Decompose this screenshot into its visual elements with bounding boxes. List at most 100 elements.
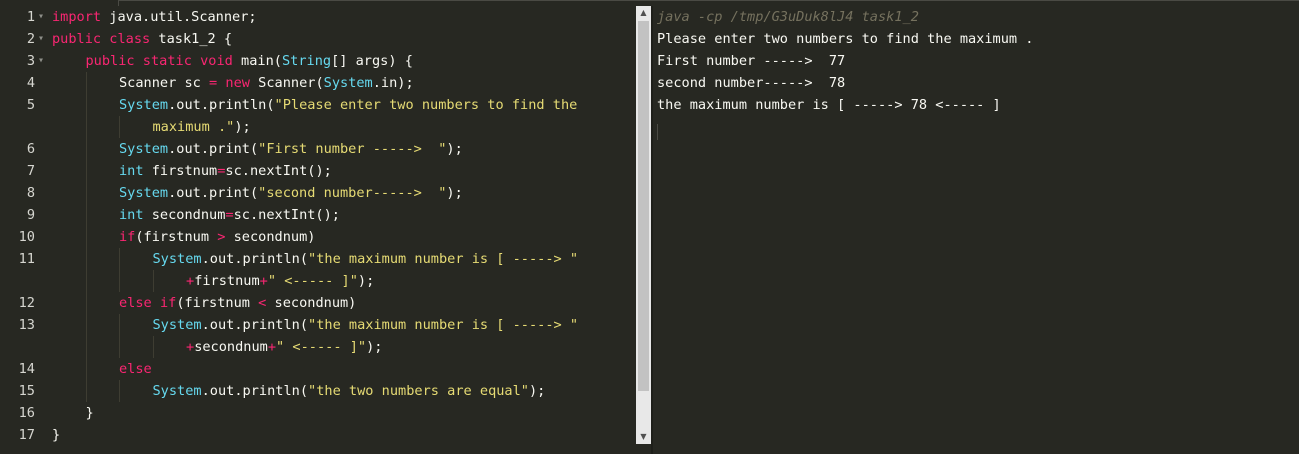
code-line[interactable]: 12 else if(firstnum < secondnum) [0,292,636,314]
code-line[interactable]: 4 Scanner sc = new Scanner(System.in); [0,72,636,94]
code-token: int [119,163,144,179]
line-number: 10 [18,229,35,245]
code-token: int [119,207,144,223]
line-number: 13 [18,317,35,333]
code-token: "the maximum number is [ -----> " [308,317,579,333]
line-number: 11 [18,251,35,267]
code-token: "the two numbers are equal" [308,383,529,399]
code-token: secondnum) [266,295,357,311]
code-token: "Please enter two numbers to find the [274,97,578,113]
line-number: 4 [26,75,35,91]
code-text: int secondnum=sc.nextInt(); [119,204,340,226]
code-token: else [119,295,152,311]
indent-guide [85,314,87,336]
fold-arrow-icon[interactable]: ▾ [38,6,48,28]
code-line[interactable]: 6 System.out.print("First number -----> "… [0,138,636,160]
code-line[interactable]: +secondnum+" <----- ]"); [0,336,636,358]
code-line[interactable]: maximum ."); [0,116,636,138]
line-number: 16 [18,405,35,421]
code-line[interactable]: 14 else [0,358,636,380]
code-token: ); [366,339,383,355]
line-number: 17 [18,427,35,443]
code-text: System.out.println("the maximum number i… [153,314,579,336]
code-text: System.out.print("second number-----> ")… [119,182,463,204]
line-number: 5 [26,97,35,113]
code-token: sc.nextInt(); [233,207,340,223]
code-line[interactable]: 17} [0,424,636,446]
line-number: 14 [18,361,35,377]
code-token: ); [446,141,463,157]
scrollbar-thumb[interactable] [638,21,649,391]
code-line[interactable]: 16} [0,402,636,424]
code-line[interactable]: 1 ▾ import java.util.Scanner; [0,6,636,28]
code-token: ); [529,383,546,399]
line-number: 9 [26,207,35,223]
indent-guide [85,182,87,204]
indent-guide [85,292,87,314]
code-line[interactable]: +firstnum+" <----- ]"); [0,270,636,292]
code-text: else if(firstnum < secondnum) [119,292,356,314]
scroll-up-arrow-icon[interactable]: ▲ [636,6,651,20]
scroll-down-arrow-icon[interactable]: ▼ [636,430,651,444]
code-token: "First number -----> " [258,141,447,157]
code-token: [] args) { [331,53,413,69]
fold-arrow-icon[interactable]: ▾ [38,28,48,50]
code-line[interactable]: 13 System.out.println("the maximum number… [0,314,636,336]
code-text: +secondnum+" <----- ]"); [186,336,382,358]
code-line[interactable]: 7 int firstnum=sc.nextInt(); [0,160,636,182]
code-token: .in); [372,75,414,91]
code-token: sc.nextInt(); [225,163,332,179]
code-token: main( [232,53,282,69]
code-token: secondnum [143,207,226,223]
code-token: .out.println( [201,251,309,267]
code-token: " <----- ]" [276,339,367,355]
code-token: .out.println( [201,383,309,399]
code-text: System.out.println("the maximum number i… [153,248,579,270]
code-token: java.util.Scanner; [101,9,257,25]
indent-guide [85,226,87,248]
output-line-result: the maximum number is [ -----> 78 <-----… [657,97,1001,113]
output-console[interactable]: java -cp /tmp/G3uDuk8lJ4 task1_2 Please … [653,6,1299,454]
code-editor[interactable]: 1 ▾ import java.util.Scanner; 2 ▾ public clas… [0,6,636,454]
code-line[interactable]: 10 if(firstnum > secondnum) [0,226,636,248]
code-text: } [86,402,94,424]
code-token: secondnum) [225,229,316,245]
code-text: System.out.print("First number -----> ")… [119,138,463,160]
code-lines[interactable]: 1 ▾ import java.util.Scanner; 2 ▾ public clas… [0,6,636,446]
line-number: 12 [18,295,35,311]
indent-guide [85,160,87,182]
code-line[interactable]: 9 int secondnum=sc.nextInt(); [0,204,636,226]
code-token: void [200,53,233,69]
code-line[interactable]: 5 System.out.println("Please enter two nu… [0,94,636,116]
code-token: ); [234,119,251,135]
code-text: System.out.println("Please enter two num… [119,94,577,116]
code-token: .out.print( [168,141,259,157]
console-cursor [657,124,658,140]
run-command: java -cp /tmp/G3uDuk8lJ4 task1_2 [657,9,919,25]
code-token: import [52,9,102,25]
code-token: firstnum [194,273,260,289]
line-number: 2 [26,31,35,47]
code-token: Scanner sc [119,75,210,91]
code-token: class [109,31,151,47]
code-token: ); [357,273,375,289]
code-line[interactable]: 2 ▾ public class task1_2 { [0,28,636,50]
code-line[interactable]: 8 System.out.print("second number-----> "… [0,182,636,204]
code-token: public [52,31,102,47]
code-token: System [119,97,169,113]
code-line[interactable]: 11 System.out.println("the maximum number… [0,248,636,270]
code-line[interactable]: 15 System.out.println("the two numbers ar… [0,380,636,402]
code-token: .out.println( [168,97,275,113]
code-line[interactable]: 3 ▾ public static void main(String[] args)… [0,50,636,72]
editor-scrollbar[interactable]: ▲ ▼ [636,6,651,444]
indent-guide [85,138,87,160]
code-token: "second number-----> " [258,185,447,201]
code-text: maximum ."); [153,116,251,138]
indent-guide [119,336,120,358]
code-text: Scanner sc = new Scanner(System.in); [119,72,414,94]
code-text: int firstnum=sc.nextInt(); [119,160,332,182]
fold-arrow-icon[interactable]: ▾ [38,50,48,72]
line-number: 7 [26,163,35,179]
code-token: ); [446,185,463,201]
